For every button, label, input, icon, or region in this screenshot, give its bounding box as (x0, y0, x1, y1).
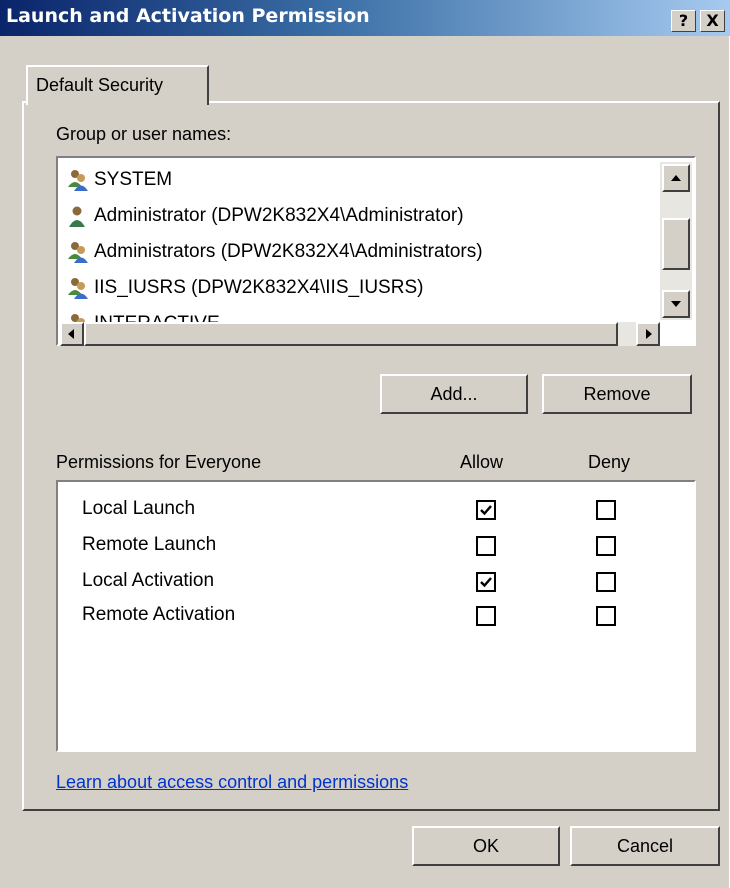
window-title: Launch and Activation Permission (6, 5, 370, 27)
permissions-list: Local Launch Remote Launch Local Activat… (56, 480, 696, 752)
arrow-left-icon (68, 329, 74, 339)
title-bar: Launch and Activation Permission ? X (0, 0, 730, 36)
checkmark-icon (480, 577, 492, 588)
deny-checkbox-local-launch[interactable] (596, 500, 616, 520)
deny-header: Deny (588, 452, 631, 472)
permission-local-launch: Local Launch (82, 498, 196, 519)
cancel-button[interactable]: Cancel (570, 826, 720, 866)
scroll-thumb-horizontal[interactable] (84, 322, 618, 346)
add-button[interactable]: Add... (380, 374, 528, 414)
user-name: IIS_IUSRS (DPW2K832X4\IIS_IUSRS) (94, 277, 424, 298)
vertical-scrollbar[interactable] (660, 162, 692, 320)
user-name: SYSTEM (94, 169, 173, 190)
deny-checkbox-local-activation[interactable] (596, 572, 616, 592)
tab-default-security[interactable]: Default Security (26, 65, 209, 105)
deny-checkbox-remote-activation[interactable] (596, 606, 616, 626)
scroll-right-button[interactable] (636, 322, 660, 346)
allow-checkbox-remote-launch[interactable] (476, 536, 496, 556)
user-name: Administrators (DPW2K832X4\Administrator… (94, 241, 483, 262)
arrow-down-icon (671, 301, 681, 307)
permission-remote-activation: Remote Activation (82, 604, 236, 625)
user-name: Administrator (DPW2K832X4\Administrator) (94, 205, 464, 226)
user-list[interactable]: SYSTEM Administrator (DPW2K832X4\Adminis… (56, 156, 696, 346)
learn-about-access-control-link[interactable]: Learn about access control and permissio… (56, 772, 408, 793)
group-icon (68, 241, 88, 263)
arrow-up-icon (671, 175, 681, 181)
list-item[interactable]: IIS_IUSRS (DPW2K832X4\IIS_IUSRS) (66, 270, 423, 306)
user-icon (69, 206, 85, 227)
remove-button[interactable]: Remove (542, 374, 692, 414)
list-item[interactable]: SYSTEM (66, 162, 172, 198)
permission-local-activation: Local Activation (82, 570, 215, 591)
horizontal-scrollbar[interactable] (60, 322, 660, 346)
group-icon (68, 277, 88, 299)
checkmark-icon (480, 505, 492, 516)
help-button[interactable]: ? (671, 10, 696, 32)
tab-label: Default Security (36, 75, 164, 95)
scroll-up-button[interactable] (662, 164, 690, 192)
list-item[interactable]: Administrator (DPW2K832X4\Administrator) (66, 198, 464, 234)
allow-checkbox-local-launch[interactable] (476, 500, 496, 520)
arrow-right-icon (646, 329, 652, 339)
permissions-label: Permissions for Everyone (56, 452, 262, 472)
list-item[interactable]: Administrators (DPW2K832X4\Administrator… (66, 234, 483, 270)
scroll-left-button[interactable] (60, 322, 84, 346)
group-user-names-label: Group or user names: (56, 124, 232, 144)
allow-header: Allow (460, 452, 504, 472)
scroll-down-button[interactable] (662, 290, 690, 318)
launch-activation-permission-dialog: Launch and Activation Permission ? X Def… (0, 0, 730, 888)
group-icon (68, 169, 88, 191)
close-button[interactable]: X (700, 10, 725, 32)
ok-button[interactable]: OK (412, 826, 560, 866)
allow-checkbox-local-activation[interactable] (476, 572, 496, 592)
deny-checkbox-remote-launch[interactable] (596, 536, 616, 556)
scroll-thumb[interactable] (662, 218, 690, 270)
permission-remote-launch: Remote Launch (82, 534, 217, 555)
allow-checkbox-remote-activation[interactable] (476, 606, 496, 626)
